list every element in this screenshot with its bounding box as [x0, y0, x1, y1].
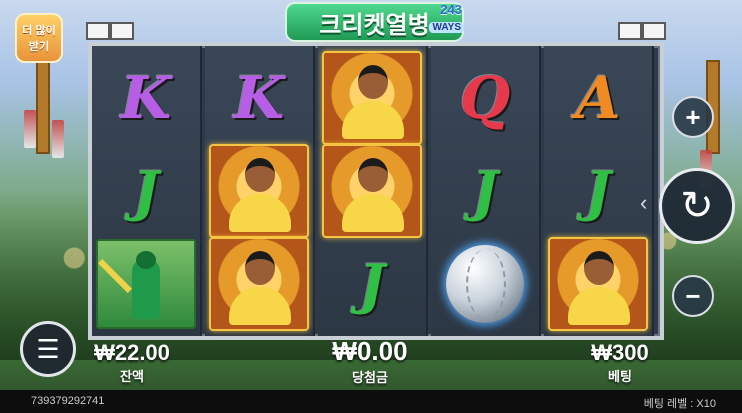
reel-cell — [209, 237, 309, 331]
bet-display: ₩300 베팅 — [580, 340, 660, 385]
reel-cell — [548, 237, 648, 331]
floodlight — [110, 22, 134, 40]
hamburger-icon: ☰ — [36, 333, 60, 364]
reel-2: K — [205, 46, 315, 336]
reel-cell: J — [548, 145, 648, 237]
stadium-light-tower — [36, 60, 50, 154]
reel-cell: K — [96, 52, 196, 144]
reel-3: J — [318, 46, 428, 336]
reel-cell — [322, 144, 422, 238]
reel-cell: J — [435, 145, 535, 237]
bet-level: 베팅 레벨 : X10 — [644, 395, 716, 411]
balance-display: ₩22.00 잔액 — [92, 340, 172, 385]
reel-cell — [322, 51, 422, 145]
get-more-line2: 받기 — [28, 41, 50, 53]
reel-cell: A — [548, 52, 648, 144]
cricket-player-symbol — [209, 144, 309, 238]
menu-button[interactable]: ☰ — [20, 321, 76, 377]
cricket-player-symbol — [322, 51, 422, 145]
reel-1: KJ — [92, 46, 202, 336]
reel-cell: K — [209, 52, 309, 144]
bet-value: ₩300 — [591, 340, 649, 365]
footer-bar: 739379292741 베팅 레벨 : X10 — [0, 390, 742, 413]
floodlight — [618, 22, 642, 40]
balance-value: ₩22.00 — [94, 340, 170, 365]
letter-j-symbol: J — [472, 159, 498, 223]
bet-label: 베팅 — [608, 369, 632, 384]
reel-cell: J — [322, 238, 422, 330]
win-label: 당첨금 — [352, 370, 388, 385]
cricket-ball-symbol — [446, 245, 524, 323]
flag — [52, 120, 64, 158]
bet-increase-button[interactable]: + — [672, 96, 714, 138]
batsman-symbol — [96, 239, 196, 329]
reel-4: QJ — [431, 46, 541, 336]
letter-j-symbol: J — [133, 159, 159, 223]
letter-j-symbol: J — [359, 252, 385, 316]
minus-icon: − — [685, 280, 701, 311]
reel-grid: KJKJQJAJ — [88, 42, 664, 340]
letter-q-symbol: Q — [459, 64, 511, 132]
bet-level-value: X10 — [696, 398, 716, 410]
cricket-player-symbol — [548, 237, 648, 331]
reel-cell — [435, 238, 535, 330]
win-display: ₩0.00 당첨금 — [320, 336, 420, 386]
letter-j-symbol: J — [585, 159, 611, 223]
win-value: ₩0.00 — [332, 336, 408, 366]
letter-k-symbol: K — [120, 64, 172, 132]
spin-button[interactable]: ↻ — [659, 168, 735, 244]
balance-label: 잔액 — [120, 369, 144, 384]
reel-cell — [209, 144, 309, 238]
spin-arrow-icon: ‹ — [640, 190, 648, 215]
reel-cell: J — [96, 145, 196, 237]
floodlight — [86, 22, 110, 40]
cricket-player-symbol — [322, 144, 422, 238]
game-title-logo: 크리켓열병 243 WAYS — [285, 2, 464, 42]
ways-label: WAYS — [429, 22, 464, 33]
reel-cell: Q — [435, 52, 535, 144]
refresh-icon: ↻ — [680, 184, 714, 228]
cricket-player-symbol — [209, 237, 309, 331]
game-title: 크리켓열병 — [319, 11, 430, 39]
reel-5: AJ — [544, 46, 654, 336]
bet-level-label: 베팅 레벨 : — [643, 398, 694, 410]
letter-k-symbol: K — [233, 64, 285, 132]
plus-icon: + — [685, 101, 701, 132]
get-more-button[interactable]: 더 많이 받기 — [15, 13, 63, 63]
get-more-line1: 더 많이 — [22, 25, 56, 37]
floodlight — [642, 22, 666, 40]
ways-number: 243 — [440, 2, 462, 17]
letter-a-symbol: A — [575, 64, 621, 132]
flag — [24, 110, 36, 148]
reel-cell — [96, 238, 196, 330]
bet-decrease-button[interactable]: − — [672, 275, 714, 317]
game-id: 739379292741 — [31, 395, 105, 407]
